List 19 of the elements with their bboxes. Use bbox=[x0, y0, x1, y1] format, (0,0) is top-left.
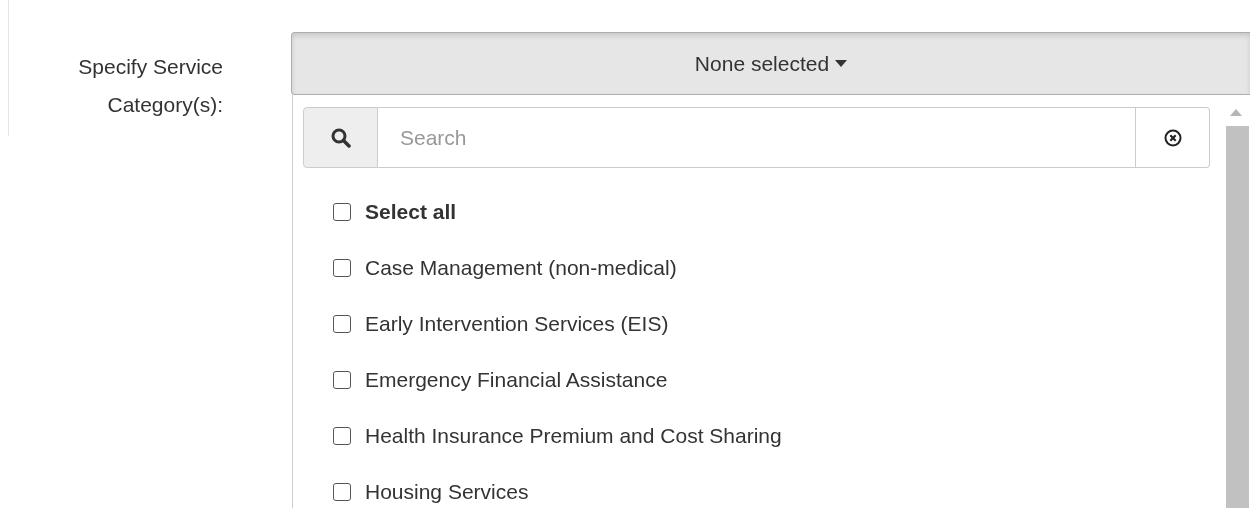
clear-button[interactable] bbox=[1136, 107, 1210, 168]
dropdown-button[interactable]: None selected bbox=[291, 32, 1250, 95]
option-label[interactable]: Emergency Financial Assistance bbox=[365, 368, 668, 392]
search-field[interactable]: Search bbox=[378, 107, 1136, 168]
checkbox[interactable] bbox=[333, 483, 351, 501]
checkbox[interactable] bbox=[333, 427, 351, 445]
option-label[interactable]: Health Insurance Premium and Cost Sharing bbox=[365, 424, 782, 448]
checkbox[interactable] bbox=[333, 371, 351, 389]
select-all-label[interactable]: Select all bbox=[365, 200, 457, 224]
search-icon bbox=[330, 127, 351, 148]
caret-icon bbox=[835, 60, 848, 67]
option-label[interactable]: Housing Services bbox=[365, 480, 529, 504]
clear-icon bbox=[1163, 128, 1182, 147]
checkbox[interactable] bbox=[333, 203, 351, 221]
option-label[interactable]: Case Management (non-medical) bbox=[365, 256, 677, 280]
checkbox[interactable] bbox=[333, 259, 351, 277]
checkbox[interactable] bbox=[333, 315, 351, 333]
option-label[interactable]: Early Intervention Services (EIS) bbox=[365, 312, 669, 336]
field-label: Specify Service Category(s): bbox=[77, 54, 223, 118]
